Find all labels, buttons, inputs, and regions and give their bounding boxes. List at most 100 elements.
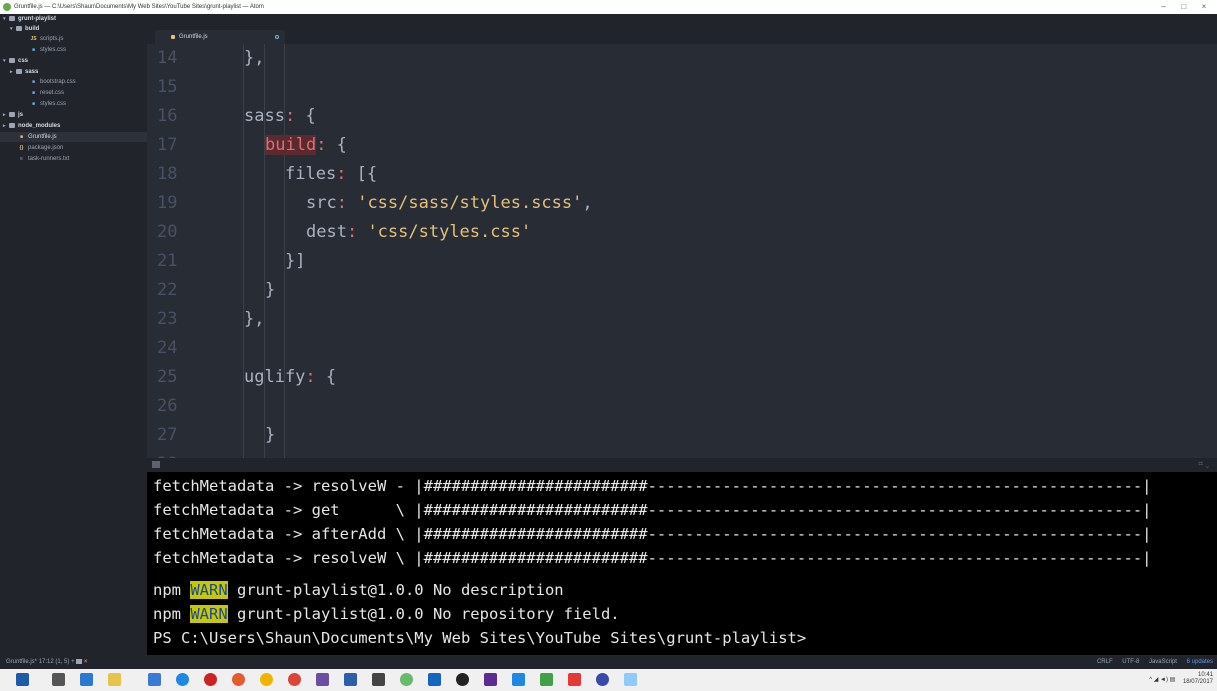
- status-cursor-position[interactable]: 17:12: [39, 659, 54, 665]
- line-number: 24: [157, 338, 178, 358]
- folder-icon: [9, 111, 15, 117]
- panel-controls-icon[interactable]: ⌗ ⌄: [1198, 459, 1209, 469]
- status-selection-count: (1, 5): [55, 659, 70, 665]
- volume-icon[interactable]: ◄): [1160, 677, 1168, 683]
- warn-badge: WARN: [190, 581, 228, 599]
- chrome-icon[interactable]: [288, 673, 301, 686]
- code-key: sass: [244, 106, 285, 126]
- js-file-icon: JS: [30, 36, 37, 42]
- tree-folder-sass[interactable]: ▸ sass: [10, 67, 38, 77]
- code-colon: :: [305, 367, 316, 387]
- window-title: Gruntfile.js — C:\Users\Shaun\Documents\…: [14, 4, 264, 10]
- file-explorer-icon[interactable]: [108, 673, 121, 686]
- grunt-file-icon: ■: [19, 134, 24, 140]
- status-grammar[interactable]: JavaScript: [1149, 659, 1177, 665]
- terminal-line: npm WARN grunt-playlist@1.0.0 No reposit…: [153, 605, 620, 623]
- network-icon[interactable]: ◢: [1154, 677, 1159, 683]
- terminal-tab-icon[interactable]: [76, 658, 83, 664]
- tree-file-css-styles[interactable]: ■ styles.css: [30, 99, 66, 109]
- status-line-ending[interactable]: CRLF: [1097, 659, 1113, 665]
- code-punct: ,: [582, 193, 593, 213]
- folder-icon: [9, 57, 15, 63]
- css-file-icon: ■: [31, 47, 36, 53]
- line-number: 16: [157, 106, 178, 126]
- app-icon[interactable]: [540, 673, 553, 686]
- app-icon[interactable]: [596, 673, 609, 686]
- tree-file-reset[interactable]: ■ reset.css: [30, 88, 64, 98]
- code-punct: {: [315, 367, 337, 387]
- tree-file-task-runners[interactable]: ≡ task-runners.txt: [18, 154, 69, 164]
- mail-icon[interactable]: [148, 673, 161, 686]
- line-number: 25: [157, 367, 178, 387]
- window-controls: – □ ×: [1155, 0, 1213, 14]
- tree-root-folder[interactable]: ▾ grunt-playlist: [3, 14, 56, 24]
- folder-icon: [9, 122, 15, 128]
- obs-icon[interactable]: [456, 673, 469, 686]
- code-key: src: [306, 193, 337, 213]
- atom-app-icon: [3, 3, 11, 11]
- line-number: 14: [157, 48, 178, 68]
- terminal-line: fetchMetadata -> get \ |################…: [153, 501, 1152, 519]
- internet-explorer-icon[interactable]: [176, 673, 189, 686]
- tree-folder-build[interactable]: ▾ build: [10, 24, 39, 34]
- windows-start-icon[interactable]: [16, 673, 29, 686]
- status-encoding[interactable]: UTF-8: [1122, 659, 1139, 665]
- app-icon[interactable]: [568, 673, 581, 686]
- powershell-icon[interactable]: [512, 673, 525, 686]
- notification-icon[interactable]: ▤: [1170, 677, 1176, 683]
- atom-icon[interactable]: [400, 673, 413, 686]
- firefox-icon[interactable]: [232, 673, 245, 686]
- code-punct: {: [326, 135, 347, 155]
- app-icon[interactable]: [624, 673, 637, 686]
- line-number: 20: [157, 222, 178, 242]
- add-terminal-button[interactable]: +: [71, 659, 75, 665]
- tree-folder-node-modules[interactable]: ▸ node_modules: [3, 121, 60, 131]
- premiere-icon[interactable]: [484, 673, 497, 686]
- close-button[interactable]: ×: [1195, 0, 1213, 14]
- opera-icon[interactable]: [204, 673, 217, 686]
- task-view-icon[interactable]: [52, 673, 65, 686]
- code-colon: :: [284, 106, 296, 126]
- terminal-output[interactable]: fetchMetadata -> resolveW - |###########…: [147, 472, 1217, 655]
- status-updates[interactable]: 6 updates: [1187, 659, 1213, 665]
- taskbar-clock[interactable]: 10:41 18/07/2017: [1183, 672, 1213, 686]
- tree-file-build-styles[interactable]: ■ styles.css: [30, 45, 66, 55]
- folder-icon: [16, 25, 22, 31]
- tree-file-scripts[interactable]: JS scripts.js: [30, 34, 63, 44]
- code-colon: :: [336, 164, 347, 184]
- text-file-icon: ≡: [20, 156, 23, 162]
- status-file-name[interactable]: Gruntfile.js*: [6, 659, 37, 665]
- minimize-button[interactable]: –: [1155, 0, 1173, 14]
- tray-chevron-icon[interactable]: ^: [1149, 677, 1152, 683]
- maximize-button[interactable]: □: [1175, 0, 1193, 14]
- tree-folder-js[interactable]: ▸ js: [3, 110, 23, 120]
- code-key: uglify: [244, 367, 306, 387]
- chrome-canary-icon[interactable]: [260, 673, 273, 686]
- outlook-icon[interactable]: [80, 673, 93, 686]
- folder-icon: [16, 68, 22, 74]
- code-colon: :: [346, 222, 368, 242]
- code-colon: :: [336, 193, 358, 213]
- line-number: 22: [157, 280, 178, 300]
- close-terminal-icon[interactable]: ×: [84, 659, 88, 665]
- terminal-icon[interactable]: [152, 461, 160, 468]
- modified-indicator-icon[interactable]: [275, 35, 279, 39]
- tab-gruntfile[interactable]: Gruntfile.js: [155, 30, 285, 44]
- line-number: 19: [157, 193, 178, 213]
- code-string: 'css/styles.css': [367, 222, 532, 242]
- line-number: 26: [157, 396, 178, 416]
- app-icon[interactable]: [372, 673, 385, 686]
- tree-file-bootstrap[interactable]: ■ bootstrap.css: [30, 77, 76, 87]
- code-editor[interactable]: 14}, 15 16 sass: { 17 build: { 18 files: [{…: [147, 44, 1217, 474]
- photoshop-icon[interactable]: [428, 673, 441, 686]
- tab-bar: Gruntfile.js: [147, 14, 1217, 44]
- line-number: 21: [157, 251, 178, 271]
- code-key: dest: [306, 222, 347, 242]
- system-tray: ^ ◢ ◄) ▤ 10:41 18/07/2017: [1149, 669, 1213, 691]
- line-number: 18: [157, 164, 178, 184]
- app-icon[interactable]: [344, 673, 357, 686]
- tree-folder-css[interactable]: ▾ css: [3, 56, 28, 66]
- tree-file-gruntfile[interactable]: ■ Gruntfile.js: [0, 132, 147, 142]
- visual-studio-icon[interactable]: [316, 673, 329, 686]
- tree-file-package[interactable]: {} package.json: [18, 143, 64, 153]
